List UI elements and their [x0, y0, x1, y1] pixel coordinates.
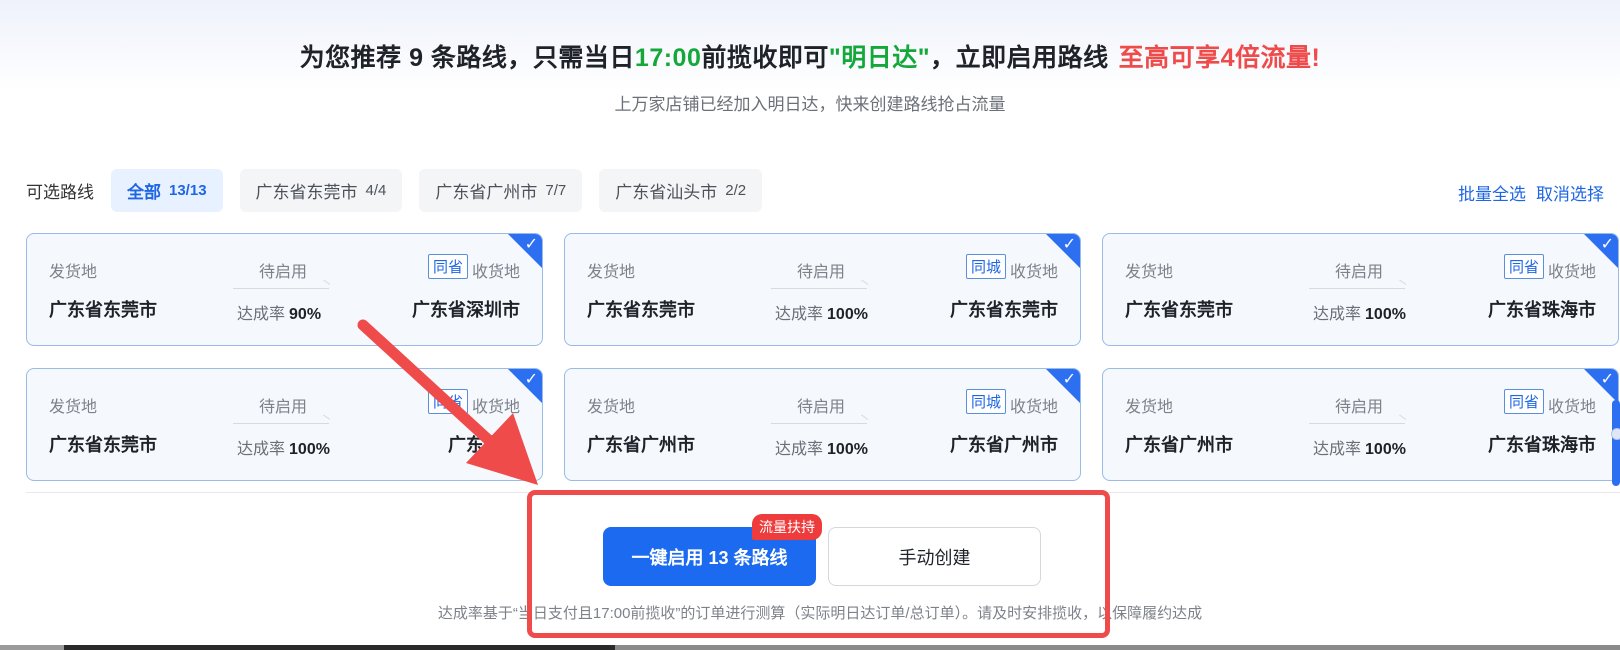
- route-status: 待启用: [797, 264, 846, 281]
- fulfillment-rate: 达成率 100%: [237, 441, 330, 458]
- headline-highlight: "明日达": [828, 44, 931, 72]
- route-arrow-icon: [771, 288, 867, 289]
- annotation-highlight-box: [527, 490, 1110, 638]
- checkmark-icon: ✓: [1062, 371, 1076, 388]
- checkmark-icon: ✓: [1600, 371, 1614, 388]
- route-arrow-icon: [771, 423, 867, 424]
- route-card[interactable]: ✓ 发货地 待启用 同城 收货地 广东省东莞市 达成率 100% 广东省东莞市: [564, 233, 1081, 346]
- filter-label: 可选路线: [26, 182, 94, 202]
- headline-text-3: ，立即启用路线: [930, 44, 1109, 72]
- route-arrow-icon: [233, 288, 329, 289]
- route-tag: 同城: [965, 389, 1006, 414]
- origin-city: 广东省东莞市: [587, 300, 695, 320]
- headline-time: 17:00: [634, 44, 702, 72]
- route-arrow-icon: [1309, 423, 1405, 424]
- fulfillment-rate: 达成率 100%: [1313, 441, 1406, 458]
- route-card[interactable]: ✓ 发货地 待启用 同省 收货地 广东省广州市 达成率 100% 广东省珠海市: [1102, 368, 1619, 481]
- filter-chip-shantou[interactable]: 广东省汕头市 2/2: [599, 168, 763, 212]
- destination-city: 广东省珠海市: [1488, 300, 1596, 320]
- route-tag: 同省: [427, 254, 468, 279]
- route-tag: 同城: [965, 254, 1006, 279]
- route-filter-bar: 可选路线 全部 13/13 广东省东莞市 4/4 广东省广州市 7/7 广东省汕头市 2…: [26, 168, 779, 212]
- origin-city: 广东省广州市: [587, 435, 695, 455]
- destination-city: 广东省深圳市: [412, 300, 520, 320]
- scrollbar[interactable]: [1612, 400, 1620, 486]
- filter-chip-guangzhou[interactable]: 广东省广州市 7/7: [419, 168, 583, 212]
- route-status: 待启用: [1335, 399, 1384, 416]
- route-status: 待启用: [259, 399, 308, 416]
- origin-city: 广东省东莞市: [49, 435, 157, 455]
- route-card[interactable]: ✓ 发货地 待启用 同省 收货地 广东省东莞市 达成率 100% 广东省汕: [26, 368, 543, 481]
- headline-text-2: 前揽收即可: [701, 44, 829, 72]
- fulfillment-rate: 达成率 100%: [775, 441, 868, 458]
- origin-city: 广东省东莞市: [1125, 300, 1233, 320]
- destination-city: 广东省东莞市: [950, 300, 1058, 320]
- page-subtitle: 上万家店铺已经加入明日达，快来创建路线抢占流量: [614, 95, 1006, 114]
- route-card[interactable]: ✓ 发货地 待启用 同城 收货地 广东省广州市 达成率 100% 广东省广州市: [564, 368, 1081, 481]
- filter-chip-all[interactable]: 全部 13/13: [111, 168, 223, 212]
- checkmark-icon: ✓: [524, 236, 538, 253]
- route-arrow-icon: [233, 423, 329, 424]
- fulfillment-rate: 达成率 100%: [1313, 306, 1406, 323]
- origin-city: 广东省东莞市: [49, 300, 157, 320]
- destination-city: 广东省广州市: [950, 435, 1058, 455]
- select-all-link[interactable]: 批量全选: [1458, 185, 1526, 204]
- headline-promo: 至高可享4倍流量!: [1118, 44, 1321, 72]
- checkmark-icon: ✓: [524, 371, 538, 388]
- checkmark-icon: ✓: [1062, 236, 1076, 253]
- route-card[interactable]: ✓ 发货地 待启用 同省 收货地 广东省东莞市 达成率 90% 广东省深圳市: [26, 233, 543, 346]
- page-headline: 为您推荐 9 条路线，只需当日17:00前揽收即可"明日达"，立即启用路线 至高可…: [0, 38, 1620, 74]
- route-card[interactable]: ✓ 发货地 待启用 同省 收货地 广东省东莞市 达成率 100% 广东省珠海市: [1102, 233, 1619, 346]
- route-status: 待启用: [259, 264, 308, 281]
- route-status: 待启用: [1335, 264, 1384, 281]
- filter-chip-dongguan[interactable]: 广东省东莞市 4/4: [239, 168, 403, 212]
- origin-city: 广东省广州市: [1125, 435, 1233, 455]
- deselect-link[interactable]: 取消选择: [1536, 185, 1604, 204]
- fulfillment-rate: 达成率 100%: [775, 306, 868, 323]
- checkmark-icon: ✓: [1600, 236, 1614, 253]
- scroll-handle[interactable]: [1611, 428, 1620, 440]
- route-tag: 同省: [1503, 254, 1544, 279]
- bottom-bar: [0, 645, 1620, 650]
- destination-city: 广东省珠海市: [1488, 435, 1596, 455]
- route-tag: 同省: [427, 389, 468, 414]
- destination-city: 广东省汕: [448, 435, 520, 455]
- bulk-actions: 批量全选 取消选择: [1458, 180, 1614, 205]
- headline-text: 为您推荐 9 条路线，只需当日: [299, 44, 635, 72]
- route-tag: 同省: [1503, 389, 1544, 414]
- route-arrow-icon: [1309, 288, 1405, 289]
- fulfillment-rate: 达成率 90%: [237, 306, 322, 323]
- route-status: 待启用: [797, 399, 846, 416]
